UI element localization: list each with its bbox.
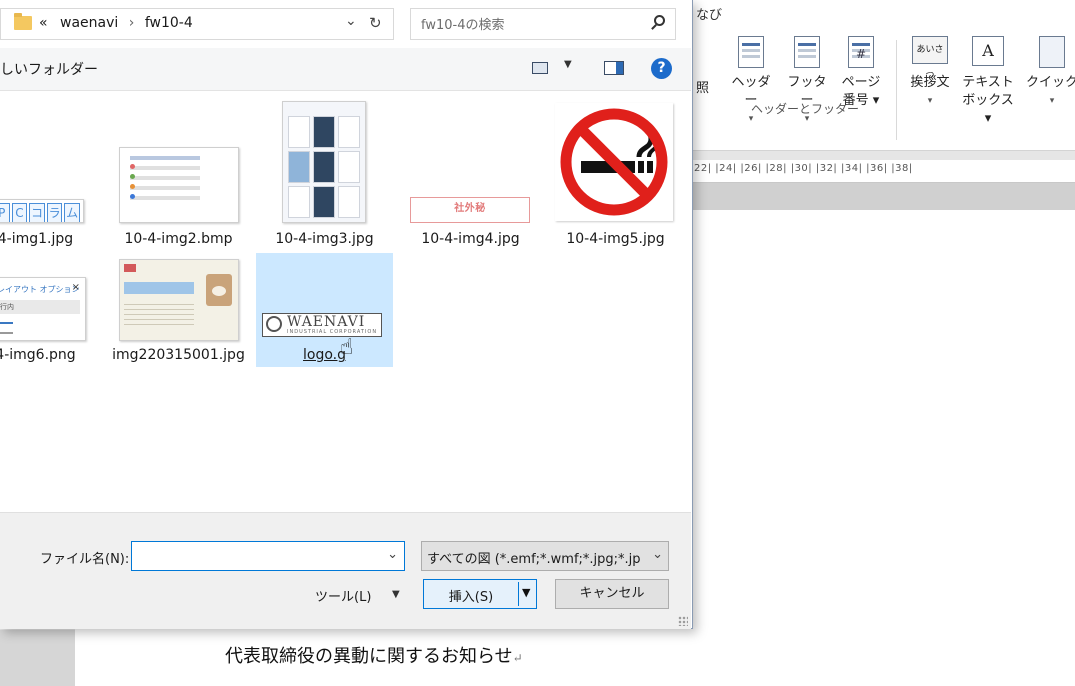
view-options-dropdown[interactable]: ▼: [564, 59, 572, 70]
dialog-toolbar: しいフォルダー ▼ ?: [0, 48, 691, 91]
address-bar[interactable]: « waenavi › fw10-4 ⌄ ↻: [0, 8, 394, 40]
filename-combobox[interactable]: ⌄: [131, 541, 405, 571]
chevron-down-icon[interactable]: ⌄: [387, 547, 398, 562]
file-item-img3[interactable]: 10-4-img3.jpg: [256, 91, 393, 251]
ruler-ticks: 22| |24| |26| |28| |30| |32| |34| |36| |…: [694, 163, 913, 174]
page-gutter: [0, 630, 75, 686]
help-icon[interactable]: ?: [651, 58, 672, 79]
logo-mark-icon: [266, 316, 282, 332]
preview-pane-icon[interactable]: [604, 61, 624, 75]
file-item-img1[interactable]: P C コ ラ ム 0-4-img1.jpg: [0, 91, 97, 251]
file-thumbnail: レイアウト オプション ×: [0, 277, 86, 341]
ribbon-tab-label[interactable]: なび: [696, 4, 722, 23]
search-box[interactable]: [410, 8, 676, 40]
breadcrumb: « waenavi › fw10-4: [39, 15, 193, 31]
file-thumbnail: [119, 259, 239, 341]
paragraph-mark: ↵: [512, 651, 523, 665]
ribbon-group-label: ヘッダーとフッター: [750, 102, 859, 116]
ribbon-tab-strip: [690, 0, 1075, 29]
quick-parts-button[interactable]: クイック ▾: [1024, 36, 1075, 110]
greeting-icon: あいさつ: [912, 36, 948, 81]
file-item-img6[interactable]: レイアウト オプション × 0-4-img6.png: [0, 253, 97, 383]
insert-dropdown-icon[interactable]: ▼: [522, 586, 530, 599]
page-number-button[interactable]: ページ 番号 ▾: [836, 36, 886, 110]
ribbon-insert: 照 ヘッダー ▾ フッター ▾ ページ 番号 ▾ あいさつ 挨拶文 ▾ A テキ…: [690, 28, 1075, 151]
breadcrumb-overflow[interactable]: «: [39, 15, 48, 31]
folder-icon: [14, 13, 32, 30]
file-name: 10-4-img4.jpg: [421, 231, 520, 247]
ribbon-partial-label[interactable]: 照: [696, 80, 709, 98]
file-name: 10-4-img3.jpg: [275, 231, 374, 247]
horizontal-ruler[interactable]: 22| |24| |26| |28| |30| |32| |34| |36| |…: [690, 160, 1075, 183]
hand-pointer-icon: ☝: [340, 335, 354, 360]
chevron-down-icon[interactable]: ⌄: [652, 547, 663, 562]
dialog-bottom-area: ファイル名(N): ⌄ すべての図 (*.emf;*.wmf;*.jpg;*.j…: [0, 512, 691, 629]
document-text-line[interactable]: 代表取締役の異動に関するお知らせ↵: [225, 642, 523, 668]
refresh-icon[interactable]: ↻: [369, 14, 382, 32]
file-type-filter-select[interactable]: すべての図 (*.emf;*.wmf;*.jpg;*.jp ⌄: [421, 541, 669, 571]
confidential-stamp-thumbnail: 社外秘 CONFIDENTIAL: [410, 197, 530, 223]
footer-icon: [794, 36, 820, 68]
breadcrumb-separator[interactable]: ›: [129, 15, 135, 31]
file-thumbnail: P C コ ラ ム: [0, 199, 84, 223]
breadcrumb-item-fw10-4[interactable]: fw10-4: [145, 15, 193, 31]
file-item-img4[interactable]: 社外秘 CONFIDENTIAL 10-4-img4.jpg: [402, 91, 539, 251]
file-name: img220315001.jpg: [112, 347, 245, 363]
ruler-margin-area: [690, 183, 1075, 210]
file-item-img220315001[interactable]: img220315001.jpg: [110, 253, 247, 383]
insert-button-label[interactable]: 挿入(S): [424, 586, 518, 605]
file-name: 10-4-img5.jpg: [566, 231, 665, 247]
header-icon: [738, 36, 764, 68]
no-smoking-icon: [555, 103, 673, 221]
insert-picture-dialog: « waenavi › fw10-4 ⌄ ↻ しいフォルダー ▼ ? P C コ…: [0, 0, 693, 629]
file-thumbnail: [119, 147, 239, 223]
address-dropdown-icon[interactable]: ⌄: [345, 13, 357, 29]
file-name: logo.g: [303, 347, 346, 363]
file-type-filter-value: すべての図 (*.emf;*.wmf;*.jpg;*.jp: [427, 552, 641, 567]
file-thumbnail: WAENAVI INDUSTRIAL CORPORATION: [256, 301, 393, 341]
file-list[interactable]: P C コ ラ ム 0-4-img1.jpg 10-4-img2.bmp 10-…: [0, 91, 691, 511]
change-view-icon[interactable]: [532, 62, 548, 74]
breadcrumb-item-waenavi[interactable]: waenavi: [60, 15, 118, 31]
cancel-button[interactable]: キャンセル: [555, 579, 669, 609]
file-item-img5[interactable]: 10-4-img5.jpg: [547, 91, 684, 251]
file-name: 10-4-img2.bmp: [124, 231, 233, 247]
ribbon-group-separator: [896, 40, 897, 140]
search-icon[interactable]: [654, 15, 665, 26]
page-number-icon: [848, 36, 874, 68]
new-folder-button[interactable]: しいフォルダー: [0, 59, 98, 79]
file-item-img2[interactable]: 10-4-img2.bmp: [110, 91, 247, 251]
insert-split-divider: [518, 582, 519, 606]
tools-dropdown-icon[interactable]: ▼: [392, 589, 400, 600]
greeting-button[interactable]: あいさつ 挨拶文 ▾: [902, 36, 958, 110]
file-thumbnail: [282, 101, 366, 223]
insert-button[interactable]: 挿入(S) ▼: [423, 579, 537, 609]
file-name: 0-4-img6.png: [0, 347, 76, 363]
quick-parts-icon: [1039, 36, 1065, 68]
filename-input[interactable]: [136, 545, 380, 569]
file-name: 0-4-img1.jpg: [0, 231, 74, 247]
resize-grip-icon[interactable]: [678, 616, 688, 626]
tools-button[interactable]: ツール(L): [315, 586, 371, 605]
textbox-icon: A: [972, 36, 1004, 66]
textbox-button[interactable]: A テキスト ボックス ▾: [960, 36, 1016, 128]
file-item-logo[interactable]: WAENAVI INDUSTRIAL CORPORATION logo.g: [256, 253, 393, 367]
search-input[interactable]: [419, 13, 643, 37]
filename-label: ファイル名(N):: [40, 552, 130, 567]
